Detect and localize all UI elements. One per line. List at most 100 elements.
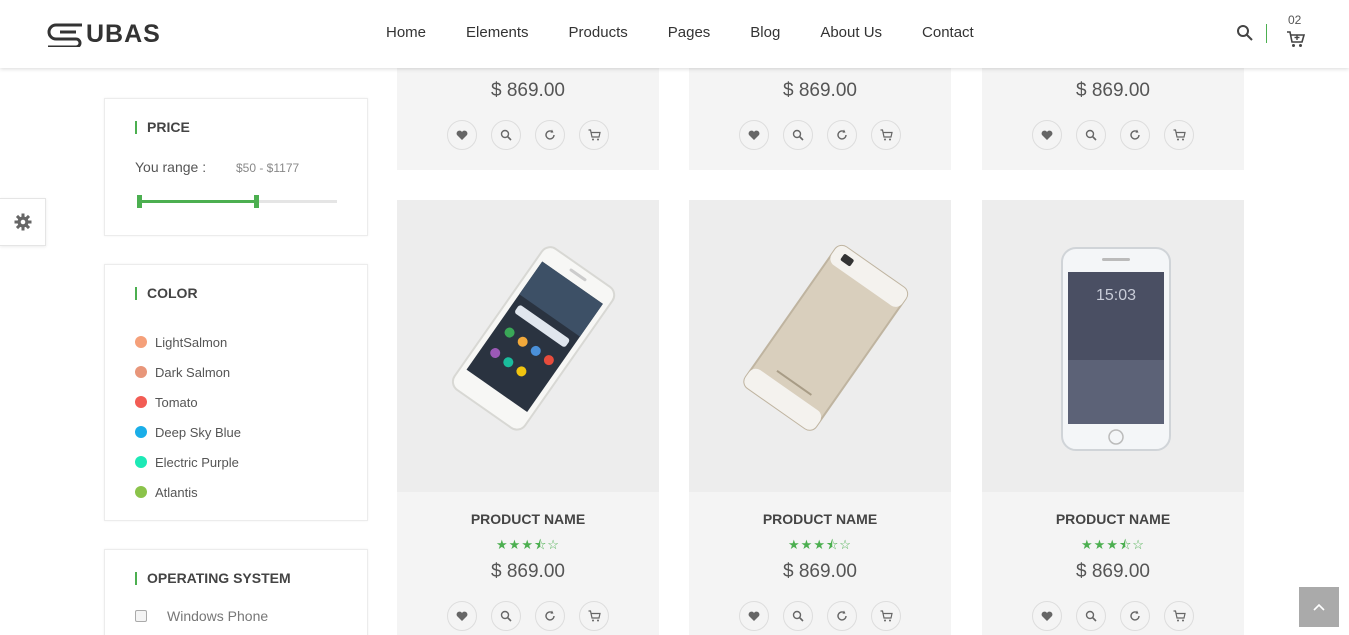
product-actions: [447, 601, 623, 631]
cart-add-icon: [588, 610, 601, 622]
os-filter-widget: OPERATING SYSTEM Windows Phone: [104, 549, 368, 635]
wishlist-button[interactable]: [739, 601, 769, 631]
nav-products[interactable]: Products: [569, 24, 628, 41]
product-image[interactable]: [689, 200, 951, 492]
quick-view-button[interactable]: [783, 120, 813, 150]
product-price: $ 869.00: [783, 561, 857, 582]
refresh-icon: [545, 129, 555, 140]
price-filter-widget: PRICE You range : $50 - $1177: [104, 98, 368, 236]
color-item-electric-purple[interactable]: Electric Purple: [135, 447, 241, 477]
product-card[interactable]: 15:03 PRODUCT NAME ★★★⯪☆ $ 869.00: [982, 200, 1244, 635]
main-nav: Home Elements Products Pages Blog About …: [366, 24, 994, 41]
logo-icon: [47, 23, 82, 47]
iphone-image: 15:03: [982, 200, 1244, 492]
nav-blog[interactable]: Blog: [750, 24, 780, 41]
quick-view-button[interactable]: [1076, 601, 1106, 631]
chevron-up-icon: [1313, 603, 1325, 611]
wishlist-button[interactable]: [739, 120, 769, 150]
os-checkbox[interactable]: [135, 610, 147, 622]
color-label: Dark Salmon: [155, 364, 231, 380]
color-swatch: [135, 366, 147, 378]
cart-add-icon: [1173, 129, 1186, 141]
product-actions: [1032, 120, 1208, 150]
settings-toggle-button[interactable]: [0, 198, 46, 246]
os-item-windows-phone[interactable]: Windows Phone: [135, 608, 268, 624]
scroll-to-top-button[interactable]: [1299, 587, 1339, 627]
cart-count-badge: 02: [1288, 13, 1302, 27]
price-slider-min-handle[interactable]: [137, 195, 142, 208]
nav-about-us[interactable]: About Us: [820, 24, 882, 41]
wishlist-button[interactable]: [1032, 601, 1062, 631]
site-header: UBAS Home Elements Products Pages Blog A…: [0, 0, 1349, 68]
search-icon[interactable]: [1236, 24, 1254, 42]
quick-view-button[interactable]: [491, 120, 521, 150]
color-item-tomato[interactable]: Tomato: [135, 387, 241, 417]
cart-icon[interactable]: [1286, 30, 1306, 48]
nav-contact[interactable]: Contact: [922, 24, 974, 41]
color-item-lightsalmon[interactable]: LightSalmon: [135, 327, 241, 357]
color-label: LightSalmon: [155, 334, 228, 350]
refresh-icon: [837, 610, 847, 621]
nav-home[interactable]: Home: [386, 24, 426, 41]
compare-button[interactable]: [827, 601, 857, 631]
heart-icon: [748, 130, 760, 140]
add-to-cart-button[interactable]: [579, 601, 609, 631]
color-label: Atlantis: [155, 484, 198, 500]
add-to-cart-button[interactable]: [1164, 601, 1194, 631]
nav-pages[interactable]: Pages: [668, 24, 711, 41]
heart-icon: [748, 611, 760, 621]
product-image[interactable]: 15:03: [982, 200, 1244, 492]
compare-button[interactable]: [827, 120, 857, 150]
os-label: Windows Phone: [167, 608, 269, 624]
product-name[interactable]: PRODUCT NAME: [397, 511, 659, 527]
product-name[interactable]: PRODUCT NAME: [689, 511, 951, 527]
color-filter-title: COLOR: [135, 286, 198, 300]
color-item-dark-salmon[interactable]: Dark Salmon: [135, 357, 241, 387]
quick-view-button[interactable]: [783, 601, 813, 631]
add-to-cart-button[interactable]: [871, 601, 901, 631]
cart-add-icon: [1173, 610, 1186, 622]
color-swatch: [135, 456, 147, 468]
compare-button[interactable]: [535, 120, 565, 150]
wishlist-button[interactable]: [447, 120, 477, 150]
price-slider-fill: [137, 200, 257, 203]
color-list: LightSalmon Dark Salmon Tomato Deep Sky …: [135, 327, 241, 507]
zoom-icon: [792, 129, 804, 141]
gear-icon: [14, 213, 31, 231]
product-actions: [447, 120, 623, 150]
color-label: Deep Sky Blue: [155, 424, 241, 440]
product-name[interactable]: PRODUCT NAME: [982, 511, 1244, 527]
heart-icon: [1041, 130, 1053, 140]
add-to-cart-button[interactable]: [579, 120, 609, 150]
compare-button[interactable]: [1120, 601, 1150, 631]
quick-view-button[interactable]: [1076, 120, 1106, 150]
product-card[interactable]: PRODUCT NAME ★★★⯪☆ $ 869.00: [689, 200, 951, 635]
color-label: Tomato: [155, 394, 198, 410]
phone-back-image: [689, 200, 951, 492]
product-card[interactable]: PRODUCT NAME ★★★⯪☆ $ 869.00: [397, 200, 659, 635]
nav-elements[interactable]: Elements: [466, 24, 529, 41]
zoom-icon: [1085, 610, 1097, 622]
cart-add-icon: [880, 610, 893, 622]
cart-add-icon: [880, 129, 893, 141]
compare-button[interactable]: [535, 601, 565, 631]
header-divider: [1266, 24, 1267, 43]
compare-button[interactable]: [1120, 120, 1150, 150]
color-item-atlantis[interactable]: Atlantis: [135, 477, 241, 507]
product-price: $ 869.00: [1076, 80, 1150, 101]
color-item-deep-sky-blue[interactable]: Deep Sky Blue: [135, 417, 241, 447]
add-to-cart-button[interactable]: [1164, 120, 1194, 150]
price-slider[interactable]: [137, 195, 337, 208]
zoom-icon: [1085, 129, 1097, 141]
price-slider-max-handle[interactable]: [254, 195, 259, 208]
wishlist-button[interactable]: [447, 601, 477, 631]
product-rating: ★★★⯪☆: [788, 537, 852, 552]
add-to-cart-button[interactable]: [871, 120, 901, 150]
color-label: Electric Purple: [155, 454, 239, 470]
quick-view-button[interactable]: [491, 601, 521, 631]
logo[interactable]: UBAS: [46, 20, 161, 48]
heart-icon: [456, 130, 468, 140]
wishlist-button[interactable]: [1032, 120, 1062, 150]
color-swatch: [135, 426, 147, 438]
product-image[interactable]: [397, 200, 659, 492]
